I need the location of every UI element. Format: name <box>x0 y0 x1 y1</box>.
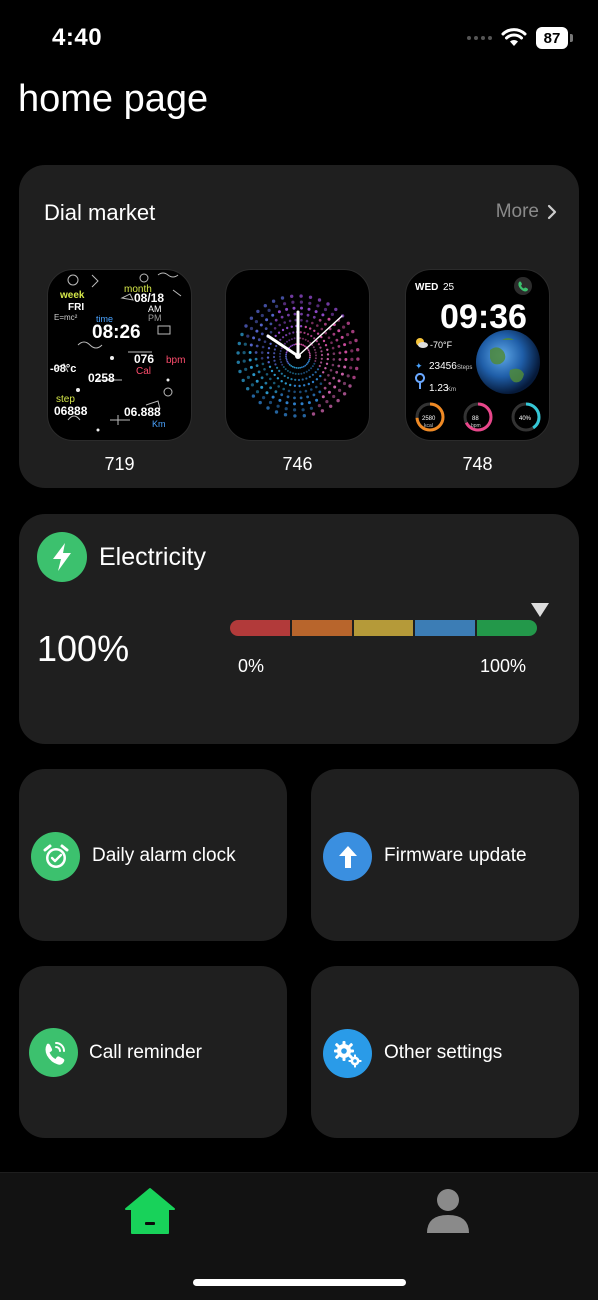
doodle-km: 06.888 <box>124 405 161 419</box>
doodle-temp: -08°c <box>50 363 76 375</box>
location-icon <box>415 373 425 389</box>
dial-id-748: 748 <box>462 454 493 474</box>
alarm-clock-icon <box>31 832 80 881</box>
signal-dots-icon <box>467 36 492 40</box>
dial-item-719[interactable]: week FRI month 08/18 AM PM E=mc² time 08… <box>47 269 192 442</box>
earth-date: 25 <box>443 282 455 293</box>
electricity-card: Electricity 100% 0% 100% <box>19 514 579 744</box>
lightning-icon <box>37 532 87 582</box>
home-icon <box>125 1188 175 1234</box>
earth-heart: 88 <box>472 416 479 422</box>
tile-other-settings[interactable]: Other settings <box>311 966 579 1138</box>
chevron-right-icon <box>547 204 557 220</box>
battery-indicator: 87 <box>536 27 573 49</box>
doodle-km-label: Km <box>152 419 166 429</box>
dial-preview-earth: WED 25 09:36 -70°F ✦ 23456 Steps 1.23 Km <box>405 269 550 441</box>
bar-segment-1 <box>230 620 290 636</box>
earth-kcal: 2580 <box>422 416 436 422</box>
tile-firmware-update[interactable]: Firmware update <box>311 769 579 941</box>
home-indicator[interactable] <box>193 1279 406 1286</box>
dial-id-719: 719 <box>104 454 135 474</box>
electricity-title: Electricity <box>99 543 206 571</box>
doodle-emc: E=mc² <box>54 313 78 322</box>
page-title: home page <box>18 78 209 120</box>
earth-distance-unit: Km <box>447 387 456 393</box>
battery-level-bar <box>230 620 537 636</box>
status-time: 4:40 <box>52 24 103 51</box>
tile-call-reminder[interactable]: Call reminder <box>19 966 287 1138</box>
doodle-steps: 06888 <box>54 404 88 418</box>
nav-profile-tab[interactable] <box>425 1187 471 1235</box>
steps-icon: ✦ <box>415 361 423 371</box>
tile-label: Daily alarm clock <box>92 845 236 866</box>
earth-temp: -70°F <box>430 340 453 350</box>
dial-market-card: Dial market More week FRI month 08/18 AM… <box>19 165 579 488</box>
dial-market-title: Dial market <box>44 200 156 225</box>
nav-home-tab[interactable] <box>124 1187 176 1235</box>
tile-label: Other settings <box>384 1042 503 1063</box>
bar-segment-5 <box>477 620 537 636</box>
wifi-icon <box>501 28 527 46</box>
doodle-bpm-value: 076 <box>134 352 154 366</box>
dial-item-748[interactable]: WED 25 09:36 -70°F ✦ 23456 Steps 1.23 Km <box>405 269 550 442</box>
doodle-cal-label: Cal <box>136 366 151 377</box>
doodle-pm: PM <box>148 313 162 323</box>
doodle-week: week <box>59 290 85 301</box>
earth-kcal-unit: kcal <box>424 423 433 429</box>
tile-daily-alarm-clock[interactable]: Daily alarm clock <box>19 769 287 941</box>
dial-id-746: 746 <box>282 454 313 474</box>
bar-min-label: 0% <box>238 656 265 676</box>
battery-percent: 100% <box>37 628 130 669</box>
doodle-date: 08/18 <box>134 291 164 305</box>
earth-distance: 1.23 <box>429 383 449 394</box>
dial-preview-analog <box>225 269 370 441</box>
earth-time: 09:36 <box>440 298 527 336</box>
earth-steps-unit: Steps <box>457 365 472 371</box>
person-icon <box>427 1189 469 1233</box>
dial-preview-doodle: week FRI month 08/18 AM PM E=mc² time 08… <box>47 269 192 441</box>
earth-phone-icon <box>514 277 532 295</box>
doodle-fri: FRI <box>68 302 84 313</box>
bar-max-label: 100% <box>480 656 527 676</box>
earth-day: WED <box>415 282 438 293</box>
status-icons: 87 <box>467 26 573 50</box>
tile-label: Call reminder <box>89 1042 202 1063</box>
more-label: More <box>495 201 539 222</box>
earth-heart-unit: bpm <box>471 423 481 429</box>
battery-level-marker <box>531 603 549 617</box>
earth-battery: 40% <box>519 416 532 422</box>
doodle-cal: 0258 <box>88 371 115 385</box>
doodle-time: 08:26 <box>92 322 141 343</box>
more-link[interactable]: More <box>496 201 557 223</box>
doodle-bpm: bpm <box>166 355 185 366</box>
tile-label: Firmware update <box>384 845 527 866</box>
earth-steps: 23456 <box>429 361 457 372</box>
phone-call-icon <box>29 1028 78 1077</box>
gears-icon <box>323 1029 372 1078</box>
bar-segment-3 <box>353 620 414 636</box>
bar-segment-4 <box>415 620 476 636</box>
dial-item-746[interactable] <box>225 269 370 442</box>
bar-segment-2 <box>291 620 352 636</box>
upload-arrow-icon <box>323 832 372 881</box>
